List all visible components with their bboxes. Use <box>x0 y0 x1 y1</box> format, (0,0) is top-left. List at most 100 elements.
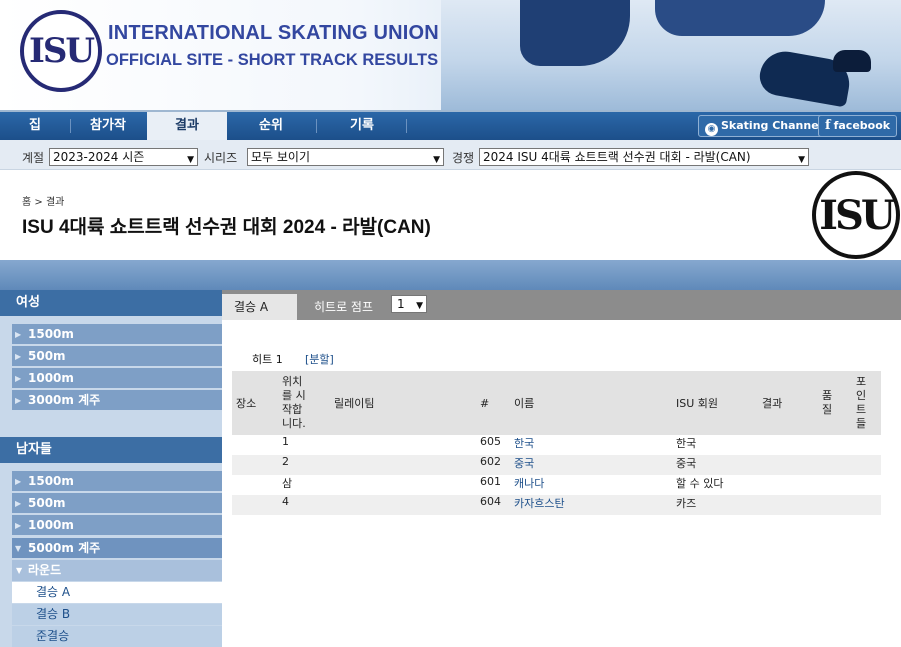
col-place: 장소 <box>232 371 278 435</box>
cell-team <box>330 475 476 495</box>
series-label: 시리즈 <box>204 151 238 165</box>
cell-quality <box>818 495 852 515</box>
cell-member: 중국 <box>672 455 758 475</box>
sidebar-item-men-1500m[interactable]: ▶ 1500m <box>12 471 222 492</box>
season-label: 계절 <box>22 151 45 165</box>
sidebar-item-women-500m[interactable]: ▶ 500m <box>12 346 222 367</box>
cell-place <box>232 435 278 455</box>
col-result: 결과 <box>758 371 818 435</box>
col-relay-team: 릴레이팀 <box>330 371 476 435</box>
team-link[interactable]: 한국 <box>514 437 534 450</box>
cell-result <box>758 435 818 455</box>
facebook-icon: f <box>825 118 831 133</box>
sidebar-round-final-b[interactable]: 결승 B <box>12 604 222 625</box>
cell-member: 할 수 있다 <box>672 475 758 495</box>
col-quality: 품질 <box>818 371 852 435</box>
cell-quality <box>818 475 852 495</box>
cell-team <box>330 455 476 475</box>
cell-name: 캐나다 <box>510 475 672 495</box>
isu-emblem: ISU <box>812 171 900 259</box>
tab-heat-jump-label: 히트로 점프 <box>314 300 374 314</box>
sidebar-item-rounds[interactable]: ▼ 라운드 <box>12 560 222 581</box>
competition-select[interactable]: 2024 ISU 4대륙 쇼트트랙 선수권 대회 - 라발(CAN) ▼ <box>479 148 809 166</box>
heat-select[interactable]: 1 ▼ <box>391 295 427 313</box>
series-select[interactable]: 모두 보이기 ▼ <box>247 148 444 166</box>
nav-divider <box>316 119 317 133</box>
nav-entries[interactable]: 참가작 <box>70 112 146 140</box>
cell-place <box>232 455 278 475</box>
cell-start: 4 <box>278 495 330 515</box>
page-title: ISU 4대륙 쇼트트랙 선수권 대회 2024 - 라발(CAN) <box>22 217 431 238</box>
season-select[interactable]: 2023-2024 시즌 ▼ <box>49 148 198 166</box>
cell-number: 601 <box>476 475 510 495</box>
cell-quality <box>818 455 852 475</box>
facebook-button[interactable]: f facebook <box>818 115 898 137</box>
split-link[interactable]: [분할] <box>305 351 334 367</box>
cell-result <box>758 495 818 515</box>
cell-result <box>758 475 818 495</box>
team-link[interactable]: 카자흐스탄 <box>514 497 565 510</box>
header-banner: ISU INTERNATIONAL SKATING UNION OFFICIAL… <box>0 0 901 110</box>
nav-home[interactable]: 집 <box>0 112 70 140</box>
cell-start: 1 <box>278 435 330 455</box>
cell-number: 602 <box>476 455 510 475</box>
track-block <box>833 50 871 72</box>
triangle-right-icon: ▶ <box>15 330 22 339</box>
table-row: 2 602 중국 중국 <box>232 455 881 475</box>
cell-start: 삼 <box>278 475 330 495</box>
triangle-right-icon: ▶ <box>15 499 22 508</box>
breadcrumb: 홈 > 결과 <box>22 193 64 208</box>
breadcrumb-current: 결과 <box>45 197 65 208</box>
sidebar-item-women-1500m[interactable]: ▶ 1500m <box>12 324 222 345</box>
round-tabbar: 결승 A 히트로 점프 1 ▼ <box>222 290 901 320</box>
team-link[interactable]: 중국 <box>514 457 534 470</box>
sidebar-item-men-5000m-relay[interactable]: ▼ 5000m 계주 <box>12 538 222 559</box>
nav-rankings[interactable]: 순위 <box>228 112 314 140</box>
col-isu-member: ISU 회원 <box>672 371 758 435</box>
filter-bar: 계절 2023-2024 시즌 ▼ 시리즈 모두 보이기 ▼ 경쟁 2024 ISU… <box>0 140 901 170</box>
sidebar-item-women-1000m[interactable]: ▶ 1000m <box>12 368 222 389</box>
main-nav: 집 참가작 결과 순위 기록 ◉ Skating Channel f faceboo… <box>0 110 901 140</box>
table-row: 삼 601 캐나다 할 수 있다 <box>232 475 881 495</box>
breadcrumb-home[interactable]: 홈 <box>22 197 31 208</box>
col-name: 이름 <box>510 371 672 435</box>
sidebar-item-men-1000m[interactable]: ▶ 1000m <box>12 515 222 536</box>
cell-place <box>232 495 278 515</box>
team-link[interactable]: 캐나다 <box>514 477 544 490</box>
skating-channel-button[interactable]: ◉ Skating Channel <box>698 115 830 137</box>
cell-points <box>852 435 881 455</box>
sidebar-round-semifinal[interactable]: 준결승 <box>12 626 222 647</box>
section-band <box>0 260 901 290</box>
skating-channel-icon: ◉ <box>705 123 718 136</box>
triangle-right-icon: ▶ <box>15 352 22 361</box>
sidebar-item-women-3000m-relay[interactable]: ▶ 3000m 계주 <box>12 390 222 411</box>
chevron-down-icon: ▼ <box>798 155 805 165</box>
triangle-right-icon: ▶ <box>15 374 22 383</box>
cell-team <box>330 435 476 455</box>
sidebar: 여성 ▶ 1500m ▶ 500m ▶ 1000m ▶ 3000m 계주 남자들 ▶ 15… <box>0 290 222 647</box>
table-row: 1 605 한국 한국 <box>232 435 881 455</box>
sidebar-round-final-a[interactable]: 결승 A <box>12 582 222 603</box>
sidebar-heading-women: 여성 <box>0 290 222 316</box>
triangle-right-icon: ▶ <box>15 521 22 530</box>
nav-results[interactable]: 결과 <box>147 112 227 140</box>
nav-records[interactable]: 기록 <box>318 112 406 140</box>
cell-member: 카즈 <box>672 495 758 515</box>
isu-logo[interactable]: ISU <box>20 10 102 92</box>
cell-result <box>758 455 818 475</box>
cell-number: 605 <box>476 435 510 455</box>
table-row: 4 604 카자흐스탄 카즈 <box>232 495 881 515</box>
col-points: 포인트들 <box>852 371 881 435</box>
triangle-down-icon: ▼ <box>15 544 22 553</box>
triangle-down-icon: ▼ <box>16 566 23 575</box>
triangle-right-icon: ▶ <box>15 396 22 405</box>
chevron-down-icon: ▼ <box>187 155 194 165</box>
sidebar-item-men-500m[interactable]: ▶ 500m <box>12 493 222 514</box>
breadcrumb-separator: > <box>34 197 43 208</box>
tab-final-a[interactable]: 결승 A <box>222 294 297 320</box>
triangle-right-icon: ▶ <box>15 477 22 486</box>
cell-name: 카자흐스탄 <box>510 495 672 515</box>
cell-points <box>852 475 881 495</box>
cell-number: 604 <box>476 495 510 515</box>
competition-label: 경쟁 <box>452 151 475 165</box>
